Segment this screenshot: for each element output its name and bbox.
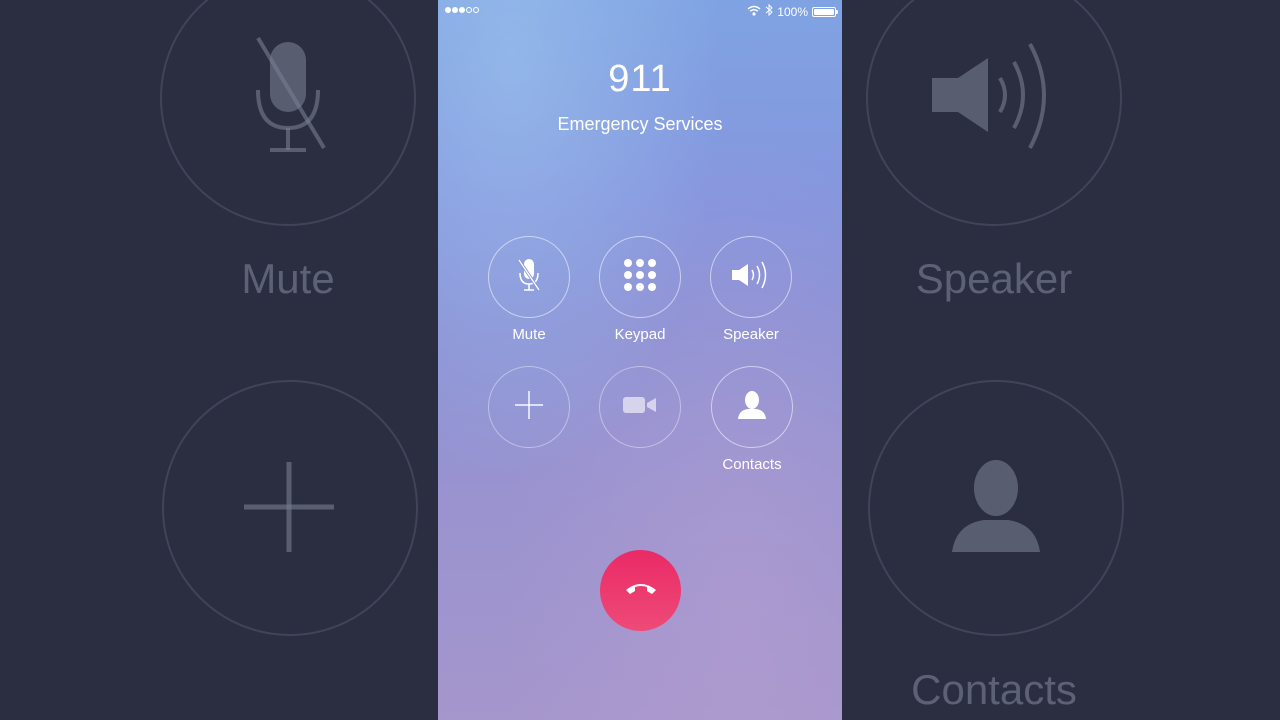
battery-icon (812, 6, 838, 17)
contacts-button[interactable]: Contacts (711, 366, 793, 473)
mute-button[interactable]: Mute (488, 236, 570, 343)
bg-mute-label: Mute (241, 255, 335, 302)
contacts-label: Contacts (722, 456, 782, 473)
mic-muted-icon (516, 257, 542, 298)
phone-hangup-icon (624, 580, 658, 601)
keypad-label: Keypad (614, 326, 666, 343)
caller-name: Emergency Services (557, 114, 723, 134)
plus-icon (514, 390, 544, 425)
caller-number: 911 (608, 58, 672, 100)
speaker-button[interactable]: Speaker (710, 236, 792, 343)
bg-contact-icon (948, 458, 1044, 554)
background-right-panel: Speaker Contacts (842, 0, 1280, 720)
end-call-button[interactable] (600, 550, 681, 631)
facetime-circle[interactable] (599, 366, 681, 448)
keypad-circle[interactable] (599, 236, 681, 318)
mute-label: Mute (512, 326, 546, 343)
mute-circle[interactable] (488, 236, 570, 318)
contacts-circle[interactable] (711, 366, 793, 448)
speaker-circle[interactable] (710, 236, 792, 318)
bg-plus-icon (242, 460, 336, 554)
contact-icon (737, 390, 767, 425)
background-left-panel: Mute (0, 0, 438, 720)
facetime-button[interactable] (599, 366, 681, 448)
add-call-button[interactable] (488, 366, 570, 448)
bg-speaker-label: Speaker (915, 255, 1073, 302)
battery-percent: 100% (777, 4, 808, 19)
wifi-icon (747, 5, 761, 19)
add-call-circle[interactable] (488, 366, 570, 448)
keypad-icon (623, 258, 657, 297)
keypad-button[interactable]: Keypad (599, 236, 681, 343)
speaker-label: Speaker (723, 326, 779, 343)
signal-strength-icon (445, 7, 479, 13)
speaker-icon (731, 260, 771, 295)
bluetooth-icon (765, 3, 774, 19)
bg-contacts-label: Contacts (911, 666, 1077, 713)
status-right: 100% (747, 3, 838, 19)
status-bar: 100% (438, 0, 842, 22)
video-camera-icon (622, 395, 658, 420)
bg-speaker-icon (930, 40, 1070, 150)
phone-screen: 100% 911 Emergency Services Mute Keypad … (438, 0, 842, 720)
bg-mic-muted-icon (248, 30, 328, 160)
